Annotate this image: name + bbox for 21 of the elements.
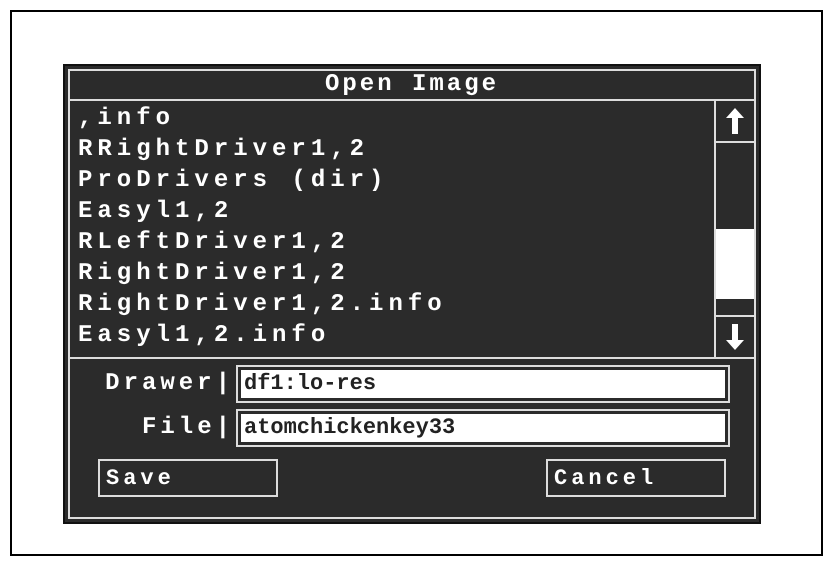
save-button[interactable]: Save bbox=[98, 459, 278, 497]
file-list-item[interactable]: RRightDriver1,2 bbox=[78, 134, 370, 165]
up-arrow-icon bbox=[724, 106, 746, 136]
file-list-item[interactable]: RLeftDriver1,2 bbox=[78, 227, 350, 258]
file-list-item[interactable]: RightDriver1,2 bbox=[78, 258, 350, 289]
text-field[interactable]: df1:lo-res bbox=[236, 365, 730, 403]
file-list-item[interactable]: ProDrivers (dir) bbox=[78, 165, 388, 196]
scroll-thumb[interactable] bbox=[716, 229, 754, 299]
file-list-item[interactable]: Easyl1,2 bbox=[78, 196, 234, 227]
label-separator: | bbox=[216, 413, 230, 443]
scrollbar[interactable] bbox=[714, 101, 754, 357]
label-separator: | bbox=[216, 369, 230, 399]
field-label: Drawer bbox=[105, 369, 216, 399]
window-title: Open Image bbox=[324, 70, 500, 100]
down-arrow-icon bbox=[724, 322, 746, 352]
file-list-item[interactable]: Easyl1,2.info bbox=[78, 320, 330, 351]
text-field[interactable]: atomchickenkey33 bbox=[236, 409, 730, 447]
file-list-item[interactable]: ,info bbox=[78, 103, 176, 134]
file-list-item[interactable]: RightDriver1,2.info bbox=[78, 289, 447, 320]
field-label: File bbox=[142, 413, 216, 443]
cancel-button[interactable]: Cancel bbox=[546, 459, 726, 497]
